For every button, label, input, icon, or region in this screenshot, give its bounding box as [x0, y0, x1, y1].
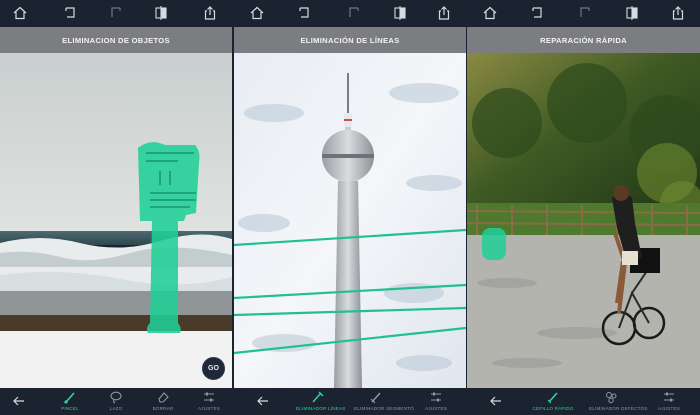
back-icon[interactable] [489, 394, 503, 408]
line-remover-icon [312, 391, 324, 403]
tool-line-remover[interactable]: ELIMINADOR LÍNEAS [296, 390, 346, 415]
compare-icon[interactable] [392, 5, 408, 21]
share-icon[interactable] [202, 5, 218, 21]
panel-object-removal: ELIMINACION DE OBJETOS GO PINCEL LAZO BO… [0, 0, 232, 415]
mode-title-bar: ELIMINACION DE OBJETOS [0, 27, 232, 53]
tool-label: CEPILLO RÁPIDO [532, 406, 574, 411]
home-icon[interactable] [12, 5, 28, 21]
mode-title: REPARACIÓN RÁPIDA [540, 35, 627, 45]
tool-lasso[interactable]: LAZO [94, 390, 138, 415]
photo-canvas[interactable] [234, 53, 466, 388]
quick-brush-icon [547, 392, 558, 404]
tool-adjustments[interactable]: AJUSTES [187, 390, 231, 415]
redo-icon[interactable] [577, 5, 593, 21]
tool-label: PINCEL [61, 406, 79, 411]
top-toolbar [234, 0, 466, 27]
brush-icon [64, 392, 75, 404]
mode-title-bar: ELIMINACIÓN DE LÍNEAS [234, 27, 466, 53]
go-button[interactable]: GO [202, 357, 225, 380]
share-icon[interactable] [670, 5, 686, 21]
compare-icon[interactable] [153, 5, 169, 21]
tool-brush[interactable]: PINCEL [48, 390, 92, 415]
top-toolbar [0, 0, 232, 27]
tool-eraser[interactable]: BORRAR [141, 390, 185, 415]
home-icon[interactable] [249, 5, 265, 21]
eraser-icon [158, 392, 169, 403]
panel-quick-repair: REPARACIÓN RÁPIDA CEPILLO RÁPIDO ELIMINA… [467, 0, 700, 415]
redo-icon[interactable] [346, 5, 362, 21]
mode-title: ELIMINACION DE OBJETOS [62, 35, 170, 45]
tool-blemish-remover[interactable]: ELIMINADOR DEFECTOS [589, 390, 648, 415]
sliders-icon [204, 392, 214, 402]
top-toolbar [467, 0, 700, 27]
photo-canvas[interactable] [0, 53, 232, 388]
back-icon[interactable] [12, 394, 26, 408]
segment-remover-icon [370, 392, 381, 404]
sliders-icon [431, 392, 441, 402]
undo-icon[interactable] [296, 5, 312, 21]
tool-bar: PINCEL LAZO BORRAR AJUSTES [0, 388, 232, 415]
tool-label: ELIMINADOR SEGMENTO [354, 406, 414, 411]
tool-bar: ELIMINADOR LÍNEAS ELIMINADOR SEGMENTO AJ… [234, 388, 466, 415]
go-label: GO [208, 365, 219, 372]
tool-label: AJUSTES [657, 406, 681, 411]
redo-icon[interactable] [108, 5, 124, 21]
tool-label: ELIMINADOR DEFECTOS [589, 406, 648, 411]
tool-label: AJUSTES [424, 406, 448, 411]
panel-line-removal: ELIMINACIÓN DE LÍNEAS ELIMINADOR LÍNEAS … [234, 0, 466, 415]
home-icon[interactable] [482, 5, 498, 21]
sliders-icon [664, 392, 674, 402]
mode-title: ELIMINACIÓN DE LÍNEAS [300, 35, 400, 45]
tool-adjustments[interactable]: AJUSTES [647, 390, 691, 415]
blemish-remover-icon [606, 392, 617, 404]
undo-icon[interactable] [62, 5, 78, 21]
compare-icon[interactable] [624, 5, 640, 21]
tool-bar: CEPILLO RÁPIDO ELIMINADOR DEFECTOS AJUST… [467, 388, 700, 415]
mode-title-bar: REPARACIÓN RÁPIDA [467, 27, 700, 53]
tool-adjustments[interactable]: AJUSTES [414, 390, 458, 415]
tool-label: ELIMINADOR LÍNEAS [296, 406, 346, 411]
lasso-icon [110, 391, 122, 404]
back-icon[interactable] [256, 394, 270, 408]
photo-canvas[interactable] [467, 53, 700, 388]
tool-segment-remover[interactable]: ELIMINADOR SEGMENTO [354, 390, 414, 415]
tool-label: BORRAR [152, 406, 174, 411]
tool-label: AJUSTES [197, 406, 221, 411]
undo-icon[interactable] [529, 5, 545, 21]
tool-label: LAZO [109, 406, 123, 411]
tool-quick-brush[interactable]: CEPILLO RÁPIDO [531, 390, 575, 415]
share-icon[interactable] [436, 5, 452, 21]
